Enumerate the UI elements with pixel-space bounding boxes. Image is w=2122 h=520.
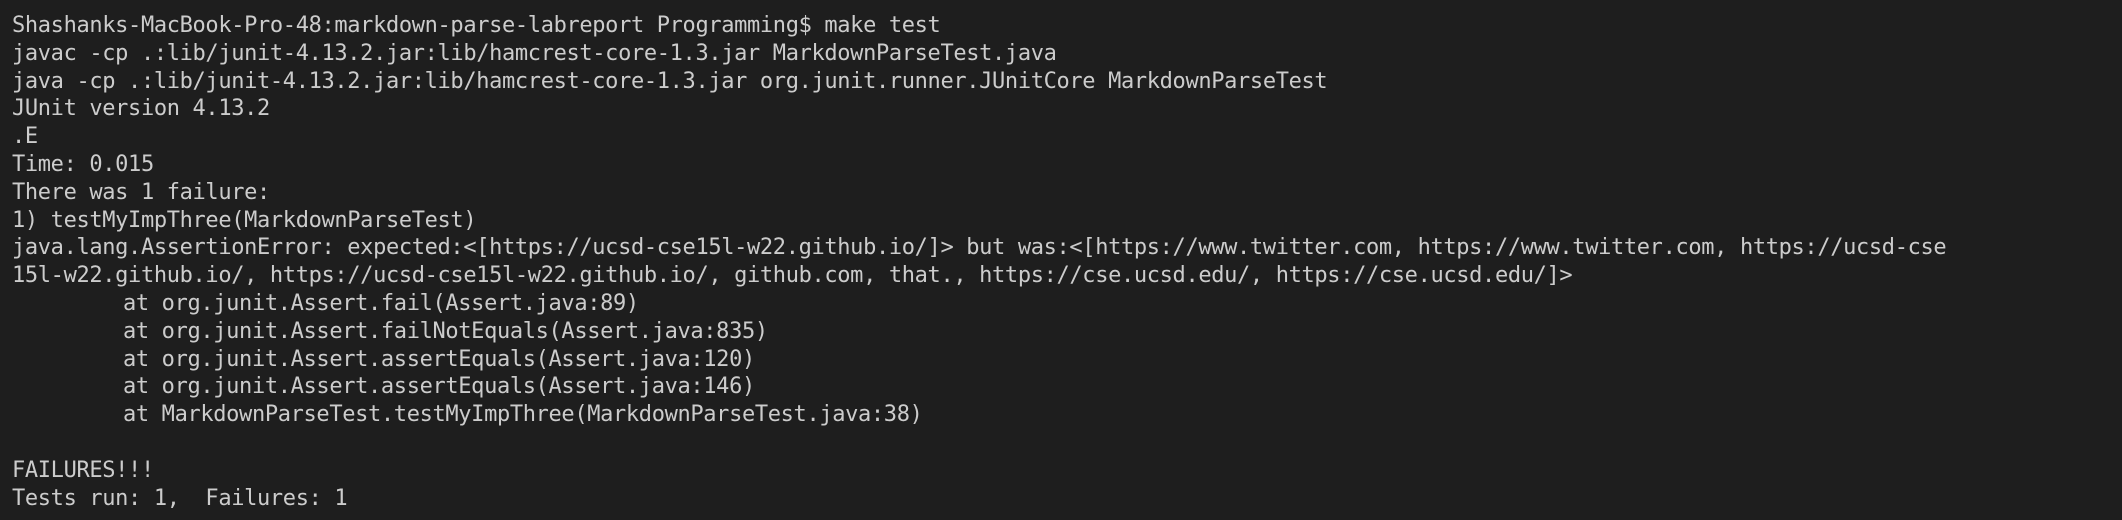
stack-trace-line: at MarkdownParseTest.testMyImpThree(Mark…	[123, 402, 923, 428]
javac-command-line: javac -cp .:lib/junit-4.13.2.jar:lib/ham…	[12, 40, 1057, 66]
shell-prompt-line: Shashanks-MacBook-Pro-48:markdown-parse-…	[12, 13, 941, 38]
java-run-command-line: java -cp .:lib/junit-4.13.2.jar:lib/hamc…	[12, 68, 1328, 94]
failed-test-name-line: 1) testMyImpThree(MarkdownParseTest)	[12, 207, 477, 233]
test-time-line: Time: 0.015	[12, 151, 154, 177]
stack-trace-line: at org.junit.Assert.assertEquals(Assert.…	[123, 374, 755, 400]
test-progress-line: .E	[12, 124, 38, 150]
failure-summary-line: There was 1 failure:	[12, 179, 270, 205]
failures-banner-line: FAILURES!!!	[12, 457, 154, 483]
terminal-window[interactable]: Shashanks-MacBook-Pro-48:markdown-parse-…	[0, 0, 2122, 520]
junit-version-line: JUnit version 4.13.2	[12, 96, 270, 122]
stack-trace-line: at org.junit.Assert.fail(Assert.java:89)	[123, 290, 639, 316]
tests-summary-line: Tests run: 1, Failures: 1	[12, 485, 348, 511]
assertion-error-line: java.lang.AssertionError: expected:<[htt…	[12, 235, 1947, 261]
stack-trace-line: at org.junit.Assert.failNotEquals(Assert…	[123, 318, 768, 344]
assertion-error-continuation-line: 15l-w22.github.io/, https://ucsd-cse15l-…	[12, 263, 1573, 289]
stack-trace-line: at org.junit.Assert.assertEquals(Assert.…	[123, 346, 755, 372]
